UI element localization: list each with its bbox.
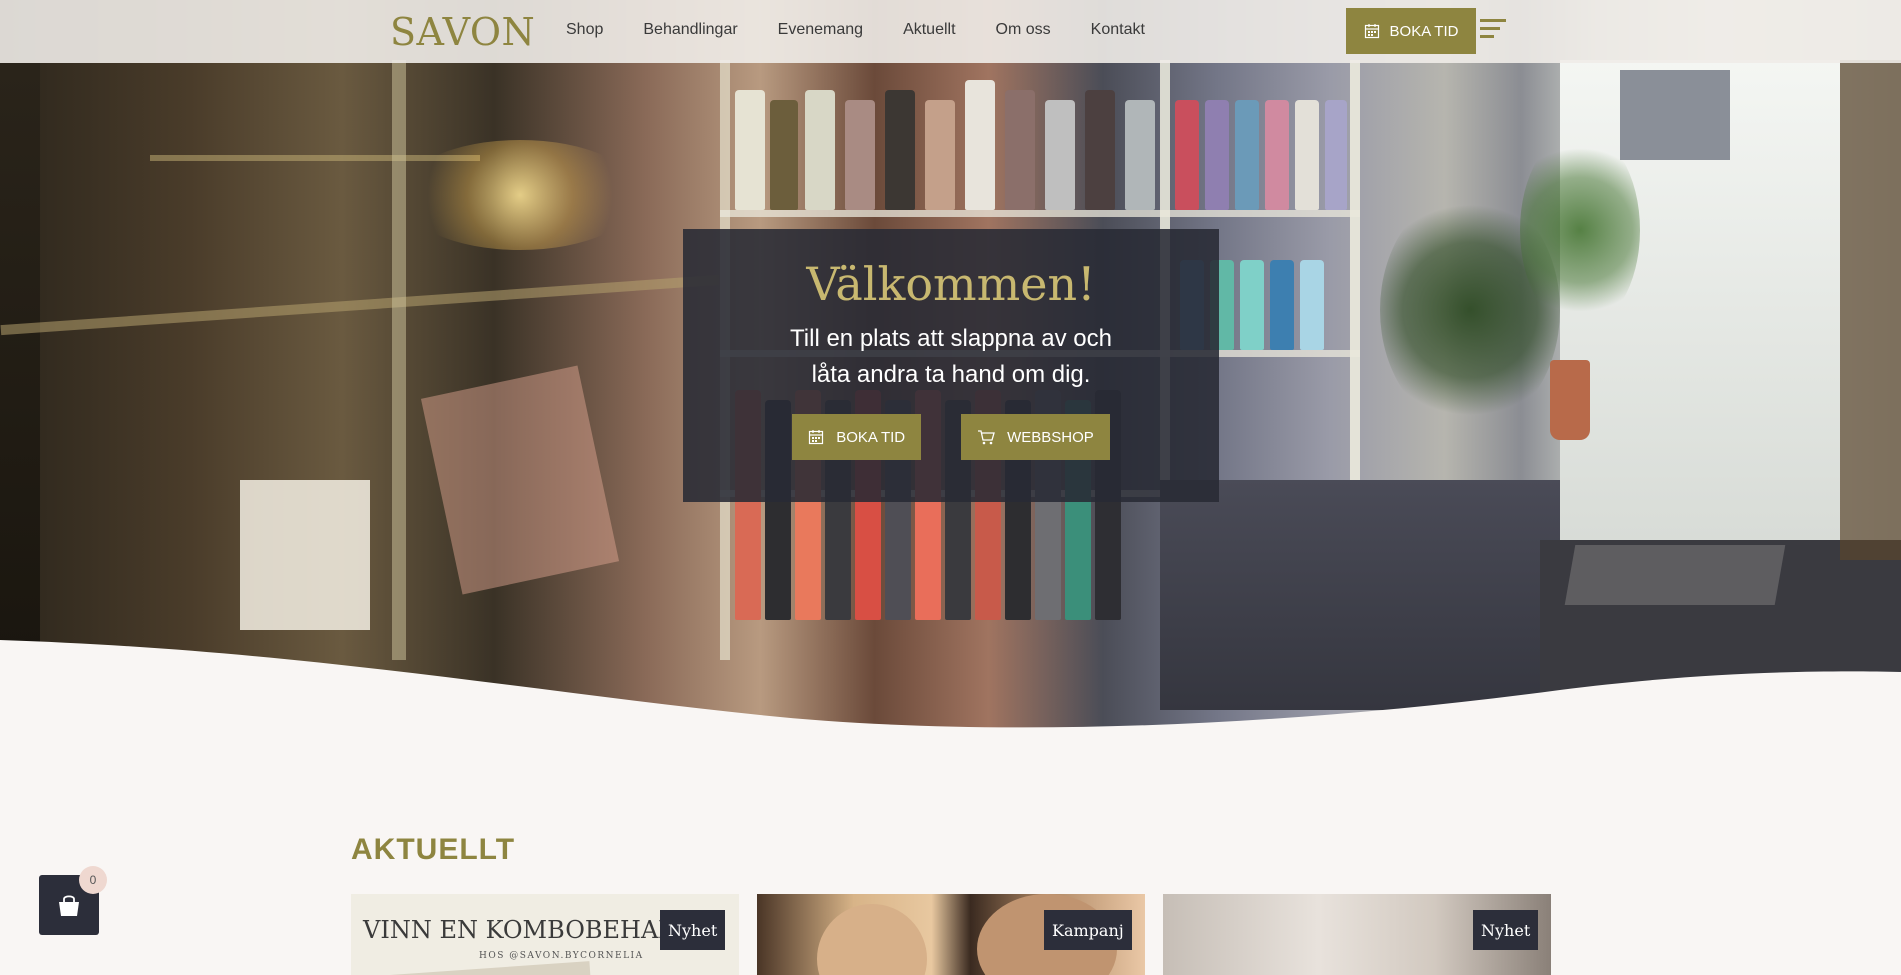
nav-behandlingar[interactable]: Behandlingar	[643, 21, 737, 39]
welcome-title: Välkommen!	[806, 257, 1096, 311]
news-card[interactable]: VINN EN KOMBOBEHAND HOS @SAVON.BYCORNELI…	[351, 894, 739, 975]
site-header: SAVON Shop Behandlingar Evenemang Aktuel…	[0, 0, 1901, 63]
news-card[interactable]: Kampanj	[757, 894, 1145, 975]
news-card-image	[389, 961, 593, 975]
hero-webshop-button[interactable]: WEBBSHOP	[961, 414, 1110, 460]
news-card-badge: Nyhet	[660, 910, 726, 950]
nav-kontakt[interactable]: Kontakt	[1091, 21, 1145, 39]
news-card-badge: Nyhet	[1473, 910, 1539, 950]
welcome-subtitle: Till en plats att slappna av och låta an…	[683, 321, 1219, 393]
cart-count-badge: 0	[79, 866, 107, 894]
news-section-title: AKTUELLT	[351, 833, 516, 866]
news-card-image	[817, 904, 927, 975]
hero-book-button[interactable]: BOKA TID	[792, 414, 922, 460]
news-card-badge: Kampanj	[1044, 910, 1132, 950]
calendar-icon	[809, 430, 824, 445]
welcome-subtitle-line1: Till en plats att slappna av och	[790, 325, 1112, 352]
hamburger-icon[interactable]	[1480, 19, 1506, 41]
nav-evenemang[interactable]: Evenemang	[778, 21, 863, 39]
cart-icon	[978, 430, 995, 445]
header-book-button[interactable]: BOKA TID	[1346, 8, 1476, 54]
hero-wave-divider	[0, 640, 1901, 750]
welcome-buttons: BOKA TID WEBBSHOP	[683, 414, 1219, 460]
nav-shop[interactable]: Shop	[566, 21, 603, 39]
news-card-subline: HOS @SAVON.BYCORNELIA	[479, 951, 644, 961]
header-book-label: BOKA TID	[1389, 22, 1459, 40]
nav-om-oss[interactable]: Om oss	[996, 21, 1051, 39]
welcome-panel: Välkommen! Till en plats att slappna av …	[683, 229, 1219, 502]
news-card[interactable]: Nyhet	[1163, 894, 1551, 975]
news-card-headline: VINN EN KOMBOBEHAND	[363, 916, 699, 944]
calendar-icon	[1364, 24, 1379, 39]
welcome-subtitle-line2: låta andra ta hand om dig.	[811, 361, 1091, 388]
hero-webshop-label: WEBBSHOP	[1007, 428, 1094, 446]
shopping-bag-icon	[59, 895, 79, 916]
site-logo[interactable]: SAVON	[390, 10, 535, 54]
main-nav: Shop Behandlingar Evenemang Aktuellt Om …	[566, 21, 1185, 39]
hero-book-label: BOKA TID	[836, 428, 906, 446]
nav-aktuellt[interactable]: Aktuellt	[903, 21, 955, 39]
